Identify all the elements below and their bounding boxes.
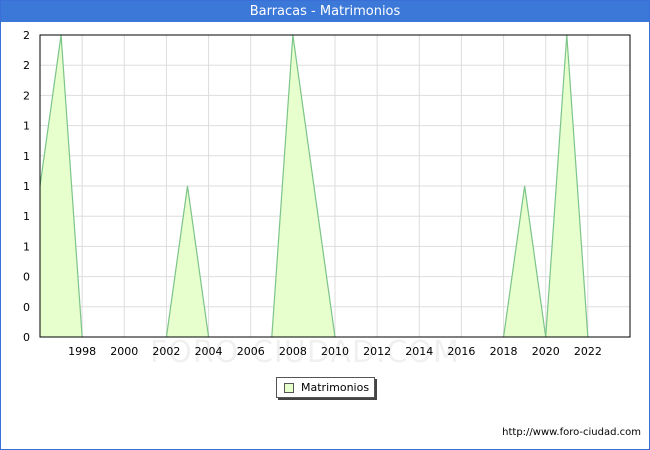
legend: Matrimonios: [276, 377, 375, 398]
x-tick-label: 2020: [532, 345, 560, 358]
x-tick-label: 2016: [447, 345, 475, 358]
y-tick-label: 0: [23, 331, 30, 344]
x-tick-label: 2012: [363, 345, 391, 358]
x-tick-label: 2014: [405, 345, 433, 358]
x-tick-label: 2000: [110, 345, 138, 358]
legend-swatch: [284, 383, 294, 393]
y-tick-label: 1: [23, 180, 30, 193]
x-tick-label: 2006: [237, 345, 265, 358]
y-tick-label: 0: [23, 301, 30, 314]
y-tick-label: 1: [23, 210, 30, 223]
y-tick-label: 1: [23, 150, 30, 163]
y-tick-label: 2: [23, 89, 30, 102]
x-tick-label: 1998: [68, 345, 96, 358]
x-tick-label: 2010: [321, 345, 349, 358]
y-tick-label: 1: [23, 120, 30, 133]
x-tick-label: 2018: [490, 345, 518, 358]
y-tick-label: 2: [23, 59, 30, 72]
y-tick-label: 0: [23, 271, 30, 284]
y-tick-label: 1: [23, 240, 30, 253]
source-url: http://www.foro-ciudad.com: [502, 427, 641, 438]
x-tick-label: 2022: [574, 345, 602, 358]
y-tick-label: 2: [23, 29, 30, 42]
legend-label-matrimonios: Matrimonios: [301, 381, 370, 394]
x-tick-label: 2004: [195, 345, 223, 358]
x-tick-label: 2008: [279, 345, 307, 358]
x-tick-label: 2002: [152, 345, 180, 358]
